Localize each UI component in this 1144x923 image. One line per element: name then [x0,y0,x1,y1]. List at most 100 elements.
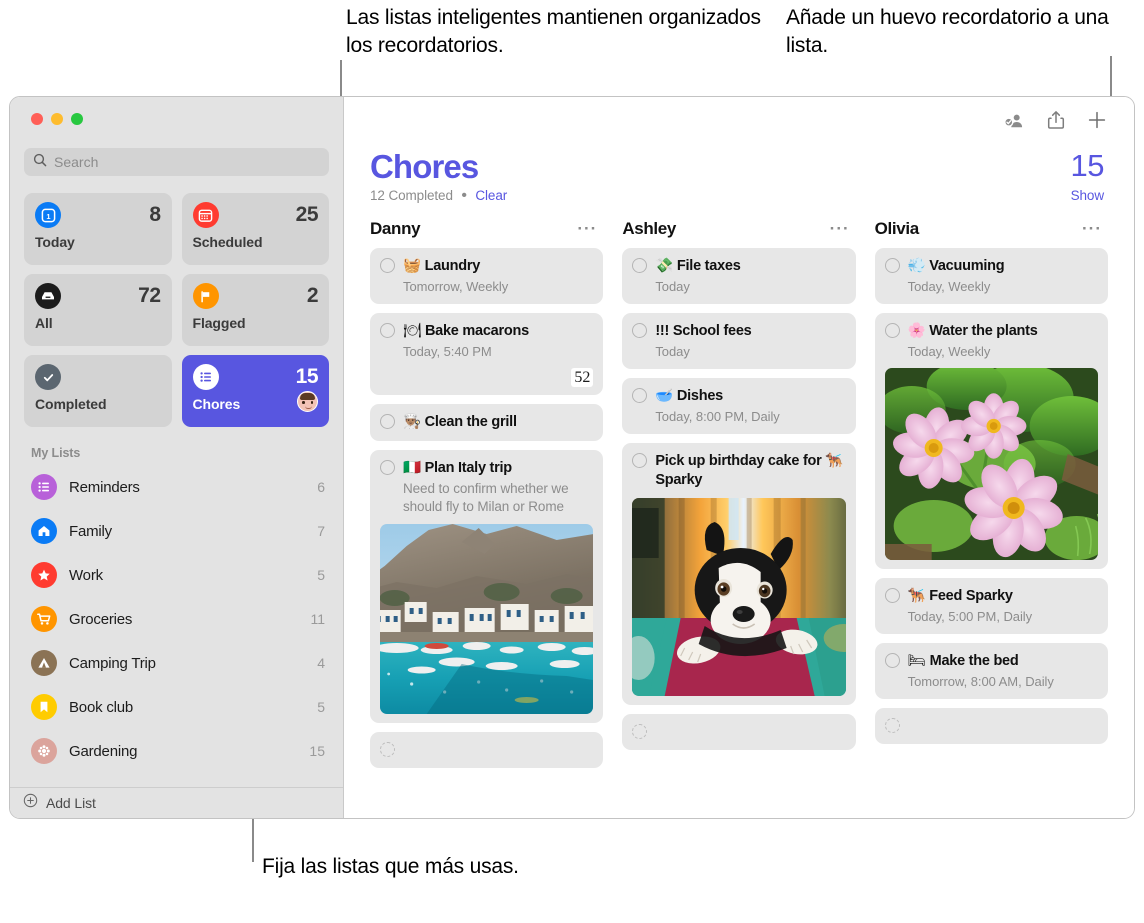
column-danny: Danny ··· 🧺 Laundry Tomorrow, Weekly [370,219,603,777]
list-bullet-icon [31,474,57,500]
reminder-title: 🌸 Water the plants [908,322,1098,341]
new-reminder-checkbox[interactable] [632,724,647,739]
smart-list-completed-label: Completed [35,396,161,412]
list-item-groceries[interactable]: Groceries 11 [10,597,343,641]
attachment-badge: 52 [571,368,593,387]
reminder-checkbox[interactable] [632,388,647,403]
reminder-card[interactable]: 🥣 Dishes Today, 8:00 PM, Daily [622,378,855,434]
reminder-title: 🛏 Make the bed [908,652,1098,671]
tent-icon [31,650,57,676]
new-reminder-checkbox[interactable] [380,742,395,757]
list-item-count: 15 [309,743,325,759]
add-list-label: Add List [46,795,96,811]
reminder-card[interactable]: 🌸 Water the plants Today, Weekly [875,313,1108,569]
reminder-checkbox[interactable] [380,414,395,429]
smart-list-completed[interactable]: Completed [24,355,172,427]
reminder-card[interactable]: 🧺 Laundry Tomorrow, Weekly [370,248,603,304]
reminder-card-empty[interactable] [370,732,603,768]
search-placeholder: Search [54,154,98,170]
list-item-gardening[interactable]: Gardening 15 [10,729,343,773]
smart-list-chores[interactable]: 15 Chores [182,355,330,427]
share-icon[interactable] [1047,110,1065,130]
column-header: Olivia ··· [875,219,1108,248]
reminder-card[interactable]: 🐕‍🦺 Feed Sparky Today, 5:00 PM, Daily [875,578,1108,634]
reminder-card[interactable]: !!! School fees Today [622,313,855,369]
clear-completed-link[interactable]: Clear [475,188,507,203]
reminder-checkbox[interactable] [380,258,395,273]
list-item-camping-trip[interactable]: Camping Trip 4 [10,641,343,685]
photo-attachment-italy-coast[interactable] [380,524,593,714]
smart-list-today[interactable]: 1 8 Today [24,193,172,265]
reminder-checkbox[interactable] [380,460,395,475]
list-item-label: Work [69,567,305,584]
zoom-button[interactable] [71,113,83,125]
avatar [297,391,318,412]
list-item-label: Groceries [69,611,298,628]
reminder-checkbox[interactable] [632,453,647,468]
plus-circle-icon [23,793,38,813]
list-header: Chores 15 [344,143,1134,186]
smart-list-scheduled-count: 25 [296,203,318,227]
reminder-checkbox[interactable] [885,323,900,338]
smart-list-flagged[interactable]: 2 Flagged [182,274,330,346]
new-reminder-checkbox[interactable] [885,718,900,733]
reminder-title-text: Laundry [425,258,480,274]
search-input[interactable]: Search [24,148,329,176]
reminder-card[interactable]: 👨🏽‍🍳 Clean the grill [370,404,603,441]
reminder-checkbox[interactable] [885,588,900,603]
show-completed-link[interactable]: Show [1071,188,1104,203]
reminder-checkbox[interactable] [885,653,900,668]
reminders-window: Search 1 8 Today [9,96,1135,819]
photo-attachment-dog[interactable] [632,498,845,696]
add-list-button[interactable]: Add List [10,787,343,818]
close-button[interactable] [31,113,43,125]
minimize-button[interactable] [51,113,63,125]
reminder-note: Need to confirm whether we should fly to… [403,480,593,516]
list-item-work[interactable]: Work 5 [10,553,343,597]
list-item-count: 4 [317,655,325,671]
column-more-icon[interactable]: ··· [1082,225,1102,233]
column-more-icon[interactable]: ··· [830,225,850,233]
reminder-emoji: 👨🏽‍🍳 [403,414,421,430]
list-item-count: 5 [317,699,325,715]
list-item-family[interactable]: Family 7 [10,509,343,553]
callout-pin-lists: Fija las listas que más usas. [262,853,562,881]
column-more-icon[interactable]: ··· [577,225,597,233]
share-people-icon[interactable] [1003,111,1025,129]
list-item-book-club[interactable]: Book club 5 [10,685,343,729]
reminder-checkbox[interactable] [632,323,647,338]
smart-list-today-label: Today [35,234,161,250]
list-item-label: Family [69,523,305,540]
reminder-checkbox[interactable] [380,323,395,338]
reminder-title-text: Pick up birthday cake for 🐕‍🦺 Sparky [655,453,843,488]
smart-list-today-count: 8 [149,203,160,227]
photo-attachment-flowers[interactable] [885,368,1098,560]
reminder-title-text: Dishes [677,388,723,404]
reminder-card[interactable]: 💨 Vacuuming Today, Weekly [875,248,1108,304]
callout-smart-lists: Las listas inteligentes mantienen organi… [346,4,776,60]
list-item-label: Camping Trip [69,655,305,672]
reminder-checkbox[interactable] [885,258,900,273]
cart-icon [31,606,57,632]
reminder-card[interactable]: 🍽 Bake macarons Today, 5:40 PM 52 [370,313,603,395]
smart-list-scheduled[interactable]: 25 Scheduled [182,193,330,265]
reminder-card[interactable]: 🇮🇹 Plan Italy trip Need to confirm wheth… [370,450,603,723]
my-lists-header: My Lists [10,427,343,465]
reminder-subtitle: Today, Weekly [908,343,1098,360]
reminder-card[interactable]: Pick up birthday cake for 🐕‍🦺 Sparky [622,443,855,705]
reminder-title: !!! School fees [655,322,845,341]
reminder-card[interactable]: 🛏 Make the bed Tomorrow, 8:00 AM, Daily [875,643,1108,699]
reminder-card-empty[interactable] [622,714,855,750]
smart-list-all[interactable]: 72 All [24,274,172,346]
reminder-card-empty[interactable] [875,708,1108,744]
list-item-reminders[interactable]: Reminders 6 [10,465,343,509]
page-title: Chores [370,148,478,186]
add-reminder-button[interactable] [1087,110,1107,130]
column-ashley: Ashley ··· 💸 File taxes Today [622,219,855,777]
reminder-emoji: 💸 [655,258,673,274]
reminder-subtitle: Today [655,278,845,295]
smart-list-chores-count: 15 [296,365,318,389]
reminder-checkbox[interactable] [632,258,647,273]
reminder-card[interactable]: 💸 File taxes Today [622,248,855,304]
reminder-subtitle: Today, 8:00 PM, Daily [655,408,845,425]
